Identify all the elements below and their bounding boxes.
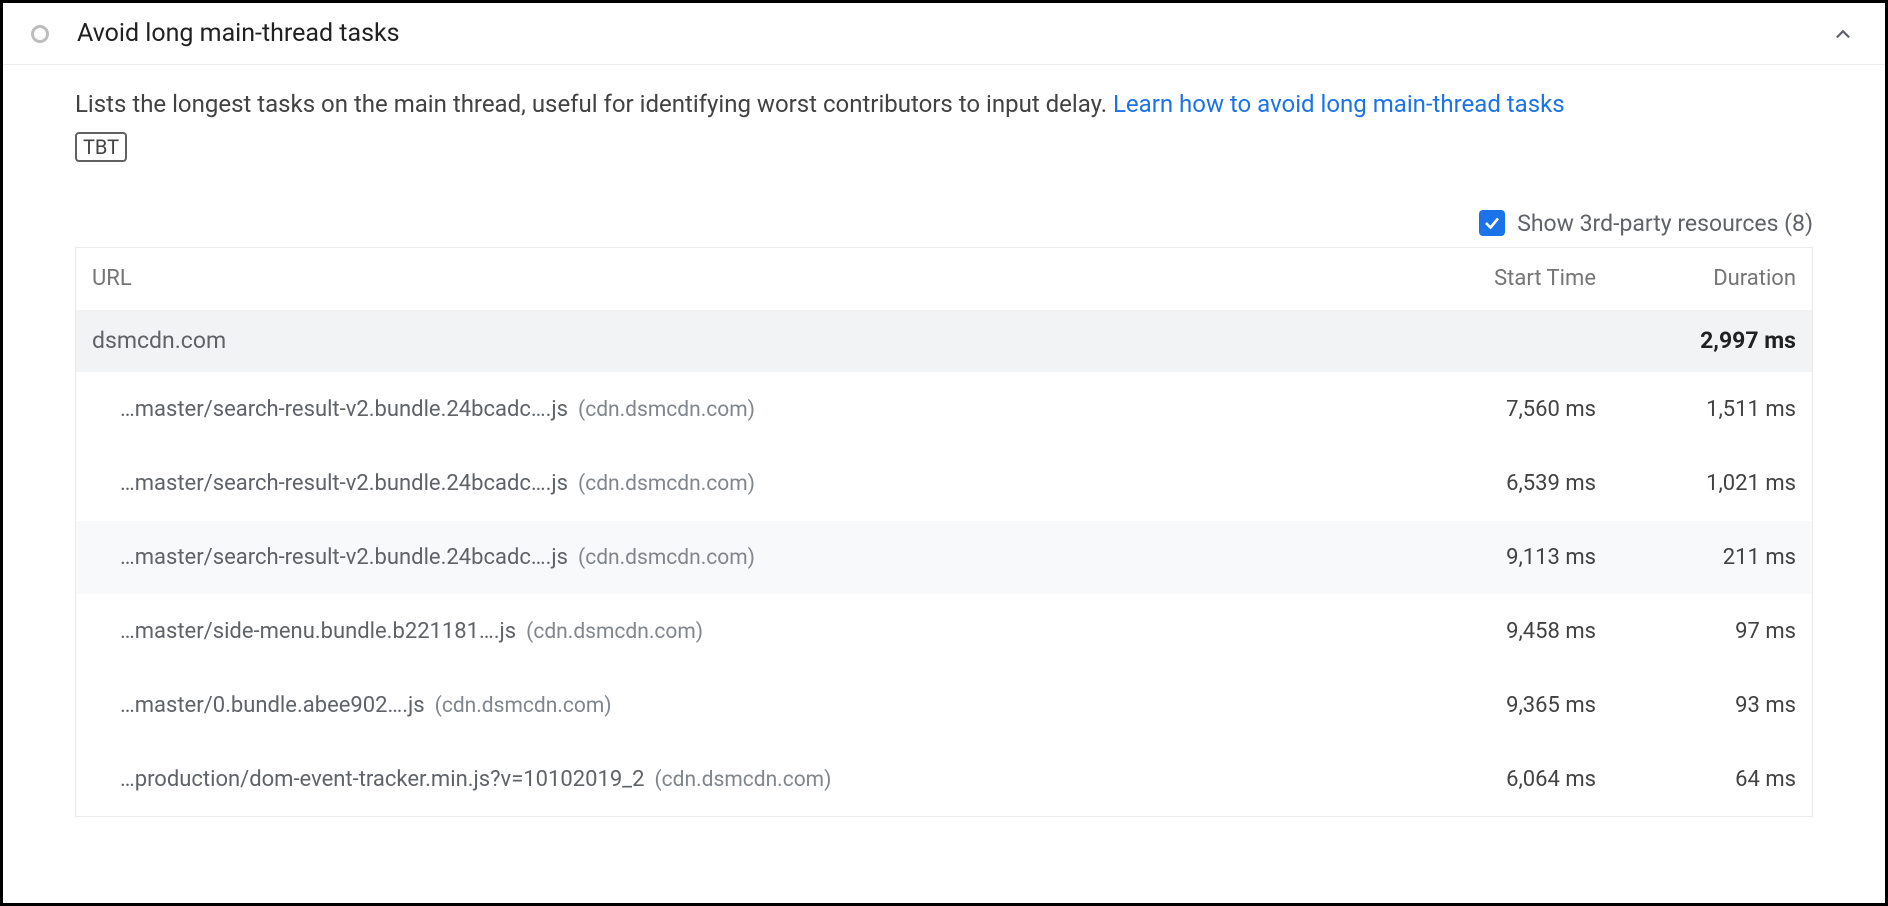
status-circle-icon [31, 25, 49, 43]
row-url-path: …master/search-result-v2.bundle.24bcadc…… [120, 471, 568, 496]
third-party-toggle-label: Show 3rd-party resources (8) [1517, 210, 1813, 237]
column-header-start: Start Time [1396, 266, 1596, 291]
row-url-path: …master/0.bundle.abee902….js [120, 693, 425, 718]
audit-title: Avoid long main-thread tasks [77, 19, 1829, 48]
tasks-table: URL Start Time Duration dsmcdn.com 2,997… [75, 247, 1813, 817]
table-row[interactable]: …master/search-result-v2.bundle.24bcadc…… [76, 520, 1812, 594]
table-row[interactable]: …master/search-result-v2.bundle.24bcadc…… [76, 446, 1812, 520]
table-row[interactable]: …master/0.bundle.abee902….js (cdn.dsmcdn.… [76, 668, 1812, 742]
row-start-time: 7,560 ms [1396, 397, 1596, 422]
table-row[interactable]: …master/side-menu.bundle.b221181….js (cdn… [76, 594, 1812, 668]
third-party-toggle-row: Show 3rd-party resources (8) [75, 210, 1813, 237]
tbt-badge: TBT [75, 132, 127, 162]
column-header-url: URL [92, 266, 1396, 291]
chevron-up-icon[interactable] [1829, 20, 1857, 48]
row-duration: 211 ms [1596, 545, 1796, 570]
learn-more-link[interactable]: Learn how to avoid long main-thread task… [1113, 90, 1565, 118]
table-row[interactable]: …master/search-result-v2.bundle.24bcadc…… [76, 372, 1812, 446]
audit-panel: Avoid long main-thread tasks Lists the l… [0, 0, 1888, 906]
row-start-time: 9,365 ms [1396, 693, 1596, 718]
row-duration: 64 ms [1596, 767, 1796, 792]
audit-description: Lists the longest tasks on the main thre… [75, 87, 1813, 122]
group-total-duration: 2,997 ms [1596, 327, 1796, 354]
row-url-origin: (cdn.dsmcdn.com) [578, 398, 755, 422]
row-url-origin: (cdn.dsmcdn.com) [654, 768, 831, 792]
table-rows-container: …master/search-result-v2.bundle.24bcadc…… [76, 372, 1812, 816]
audit-body: Lists the longest tasks on the main thre… [3, 65, 1885, 817]
third-party-checkbox[interactable] [1479, 210, 1505, 236]
row-duration: 97 ms [1596, 619, 1796, 644]
table-row[interactable]: …production/dom-event-tracker.min.js?v=1… [76, 742, 1812, 816]
row-duration: 1,021 ms [1596, 471, 1796, 496]
table-group-row[interactable]: dsmcdn.com 2,997 ms [76, 310, 1812, 372]
row-url-path: …master/search-result-v2.bundle.24bcadc…… [120, 545, 568, 570]
column-header-duration: Duration [1596, 266, 1796, 291]
row-duration: 93 ms [1596, 693, 1796, 718]
row-url-origin: (cdn.dsmcdn.com) [578, 546, 755, 570]
row-start-time: 6,539 ms [1396, 471, 1596, 496]
row-url-path: …master/side-menu.bundle.b221181….js [120, 619, 516, 644]
row-url-origin: (cdn.dsmcdn.com) [526, 620, 703, 644]
row-start-time: 9,458 ms [1396, 619, 1596, 644]
table-header-row: URL Start Time Duration [76, 248, 1812, 310]
group-name: dsmcdn.com [92, 327, 1396, 354]
description-text: Lists the longest tasks on the main thre… [75, 90, 1113, 118]
row-duration: 1,511 ms [1596, 397, 1796, 422]
row-url-origin: (cdn.dsmcdn.com) [435, 694, 612, 718]
audit-header[interactable]: Avoid long main-thread tasks [3, 3, 1885, 65]
row-start-time: 6,064 ms [1396, 767, 1596, 792]
row-url-origin: (cdn.dsmcdn.com) [578, 472, 755, 496]
row-start-time: 9,113 ms [1396, 545, 1596, 570]
row-url-path: …production/dom-event-tracker.min.js?v=1… [120, 767, 644, 792]
row-url-path: …master/search-result-v2.bundle.24bcadc…… [120, 397, 568, 422]
